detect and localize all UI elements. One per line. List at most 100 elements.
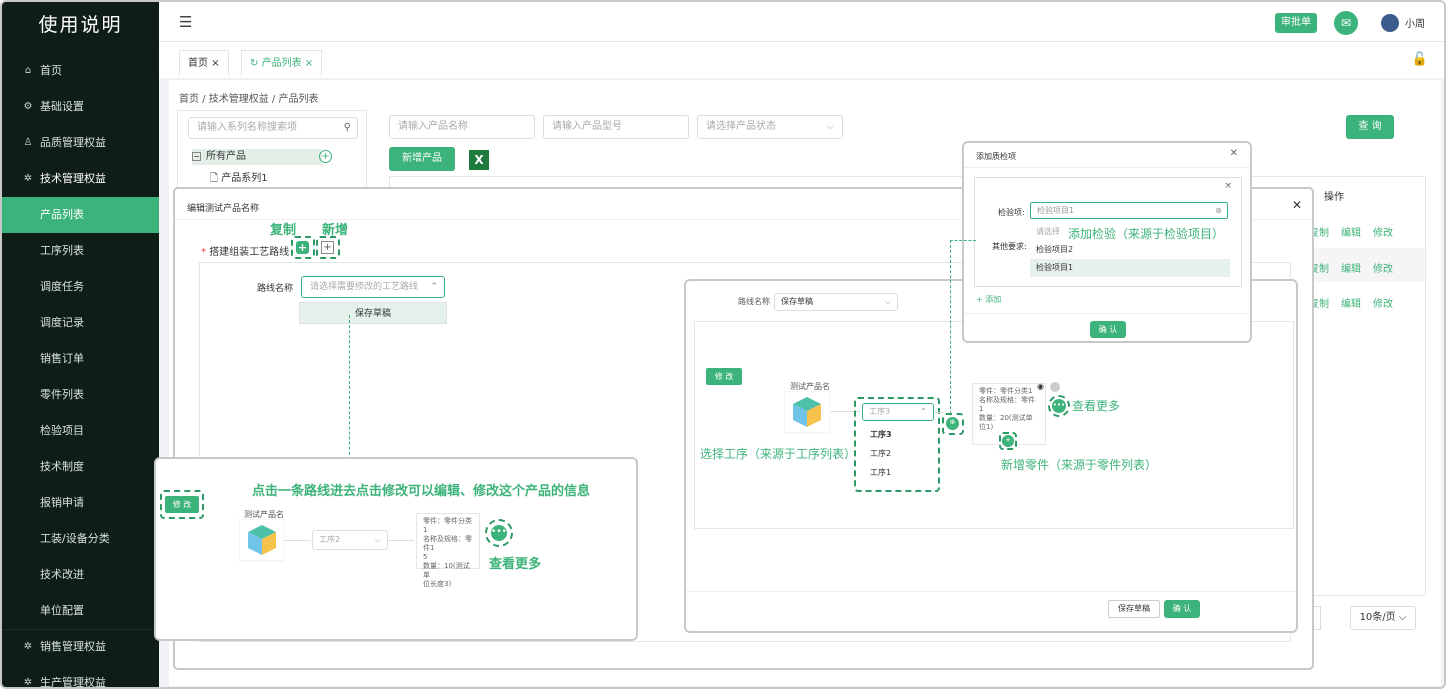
sidebar-item-tooling[interactable]: 工装/设备分类 (2, 521, 159, 557)
sidebar-item-inspection[interactable]: 检验项目 (2, 413, 159, 449)
pointer-line (950, 240, 951, 414)
file-icon: 🗋 (210, 173, 219, 184)
add-inspection-link[interactable]: + 添加 (976, 294, 1001, 305)
route-name-label: 路线名称 (257, 284, 294, 294)
close-icon[interactable]: × (1224, 181, 1232, 191)
sidebar-item-dispatch-task[interactable]: 调度任务 (2, 269, 159, 305)
sidebar-item-sales-mgmt[interactable]: ✲ 销售管理权益 (2, 629, 159, 665)
sidebar-item-home[interactable]: ⌂ 首页 (2, 53, 159, 89)
sidebar-item-product-list[interactable]: 产品列表 (2, 197, 159, 233)
app-window: 使用说明 ⌂ 首页 ⚙ 基础设置 ♙ 品质管理权益 ✲ 技术管理权益 产品列表 工序列表… (0, 0, 1446, 689)
connector-line (388, 540, 414, 541)
inspect-option[interactable]: 检验项目2 (1030, 241, 1230, 259)
eye-icon[interactable]: ◉ (1037, 382, 1044, 391)
process-select[interactable]: 工序2 ⌵ (312, 530, 388, 550)
product-status-select[interactable]: 请选择产品状态 ⌵ (697, 115, 843, 139)
tree-node-child[interactable]: 🗋 产品系列1 (210, 169, 268, 188)
lock-icon[interactable]: 🔓 (1412, 52, 1428, 67)
callout-edit-route: 点击一条路线进去点击修改可以编辑、修改这个产品的信息 修 改 测试产品名 工序2… (154, 457, 638, 641)
page-size-select[interactable]: 10条/页 ⌵ (1350, 606, 1416, 630)
chevron-up-icon: ⌃ (920, 407, 927, 416)
remove-icon[interactable] (1050, 382, 1060, 392)
modify-button[interactable]: 修 改 (706, 368, 742, 385)
avatar[interactable] (1381, 14, 1399, 32)
collapse-icon[interactable]: − (192, 152, 201, 161)
inspect-item-select[interactable]: 检验项目1 ⊗ (1030, 202, 1228, 219)
sidebar-item-part-list[interactable]: 零件列表 (2, 377, 159, 413)
route-field-label: * 搭建组装工艺路线 (201, 247, 290, 258)
sidebar-item-tech-improve[interactable]: 技术改进 (2, 557, 159, 593)
inspect-icon[interactable]: ⊕ (946, 417, 959, 430)
more-icon[interactable]: ••• (491, 525, 507, 541)
excel-export-icon[interactable]: X (469, 150, 489, 170)
confirm-button[interactable]: 确 认 (1090, 321, 1126, 338)
tabs-bar: 首页 × ↻ 产品列表 × 🔓 (159, 42, 1444, 78)
part-info-card[interactable]: 零件：零件分类1 名称及规格：零件1 5 数量：10(测试单 位长度3) (416, 513, 480, 588)
close-icon[interactable]: ✕ (1230, 148, 1238, 159)
inspect-option[interactable]: 检验项目1 (1030, 259, 1230, 277)
search-icon[interactable]: ⚲ (344, 118, 351, 138)
inspect-modal-title: 添加质检项 (976, 152, 1016, 161)
sidebar-item-reimbursement[interactable]: 报销申请 (2, 485, 159, 521)
close-icon[interactable]: × (211, 58, 219, 69)
tree-node-root[interactable]: − 所有产品 + (192, 149, 332, 165)
mail-icon[interactable]: ✉ (1334, 11, 1358, 35)
sidebar-title: 使用说明 (38, 14, 123, 36)
sidebar-item-unit-config[interactable]: 单位配置 (2, 593, 159, 629)
select-process-hint: 选择工序（来源于工序列表） (700, 447, 857, 461)
new-part-icon[interactable]: + (1002, 435, 1014, 447)
product-cube-icon (783, 390, 831, 434)
sidebar-item-tech[interactable]: ✲ 技术管理权益 (2, 161, 159, 197)
close-icon[interactable]: × (305, 58, 313, 69)
divider (964, 167, 1250, 168)
sales-icon: ✲ (23, 641, 33, 652)
user-name[interactable]: 小周 (1405, 15, 1425, 30)
sidebar-item-production-mgmt[interactable]: ✲ 生产管理权益 (2, 665, 159, 688)
process-select[interactable]: 工序3 ⌃ (862, 403, 934, 421)
sidebar-item-tech-rules[interactable]: 技术制度 (2, 449, 159, 485)
close-icon[interactable]: ✕ (1292, 198, 1302, 212)
row-ops: 复制 编辑 修改 (1309, 228, 1393, 239)
more-icon[interactable]: ••• (1052, 399, 1066, 413)
route-name-label: 路线名称 (738, 297, 770, 306)
process-option[interactable]: 工序2 (862, 444, 934, 463)
settings-icon: ⚙ (23, 101, 33, 112)
product-card[interactable] (783, 390, 831, 437)
menu-toggle-icon[interactable]: ☰ (179, 13, 192, 31)
pointer-line (950, 240, 976, 241)
new-route-button[interactable]: + (321, 241, 334, 254)
modify-button[interactable]: 修 改 (165, 496, 199, 513)
product-model-input[interactable]: 请输入产品型号 (543, 115, 689, 139)
sidebar-item-basic-settings[interactable]: ⚙ 基础设置 (2, 89, 159, 125)
sidebar-item-sales-order[interactable]: 销售订单 (2, 341, 159, 377)
route-name-select[interactable]: 保存草稿 ⌵ (774, 293, 898, 311)
add-icon[interactable]: + (319, 150, 332, 163)
table-header-op: 操作 (1324, 192, 1344, 203)
add-product-button[interactable]: 新增产品 (389, 147, 455, 171)
sidebar-item-process-list[interactable]: 工序列表 (2, 233, 159, 269)
instruction-text: 点击一条路线进去点击修改可以编辑、修改这个产品的信息 (252, 484, 591, 499)
save-draft-button[interactable]: 保存草稿 (1108, 600, 1160, 618)
connector-line (285, 540, 311, 541)
copy-route-button[interactable]: + (296, 241, 309, 254)
clear-icon[interactable]: ⊗ (1215, 203, 1222, 218)
process-option[interactable]: 工序1 (862, 463, 934, 482)
route-option-draft[interactable]: 保存草稿 (299, 302, 447, 324)
tree-search-input[interactable]: 请输入系列名称搜索项 ⚲ (188, 117, 358, 139)
approve-button[interactable]: 审批单 (1275, 13, 1317, 33)
sidebar-item-dispatch-record[interactable]: 调度记录 (2, 305, 159, 341)
production-icon: ✲ (23, 677, 33, 688)
product-name-input[interactable]: 请输入产品名称 (389, 115, 535, 139)
breadcrumb: 首页 / 技术管理权益 / 产品列表 (179, 94, 319, 105)
other-requirement-label: 其他要求: (992, 242, 1027, 251)
tab-product-list[interactable]: ↻ 产品列表 × (241, 50, 323, 76)
sidebar-item-quality[interactable]: ♙ 品质管理权益 (2, 125, 159, 161)
connector-line (934, 412, 944, 413)
confirm-button[interactable]: 确 认 (1164, 600, 1200, 618)
tab-home[interactable]: 首页 × (179, 50, 229, 76)
chevron-down-icon: ⌵ (827, 122, 834, 132)
product-card[interactable] (238, 518, 286, 565)
route-name-select[interactable]: 请选择需要修改的工艺路线 ⌃ (301, 276, 445, 298)
query-button[interactable]: 查 询 (1346, 115, 1394, 139)
process-option[interactable]: 工序3 (862, 425, 934, 444)
